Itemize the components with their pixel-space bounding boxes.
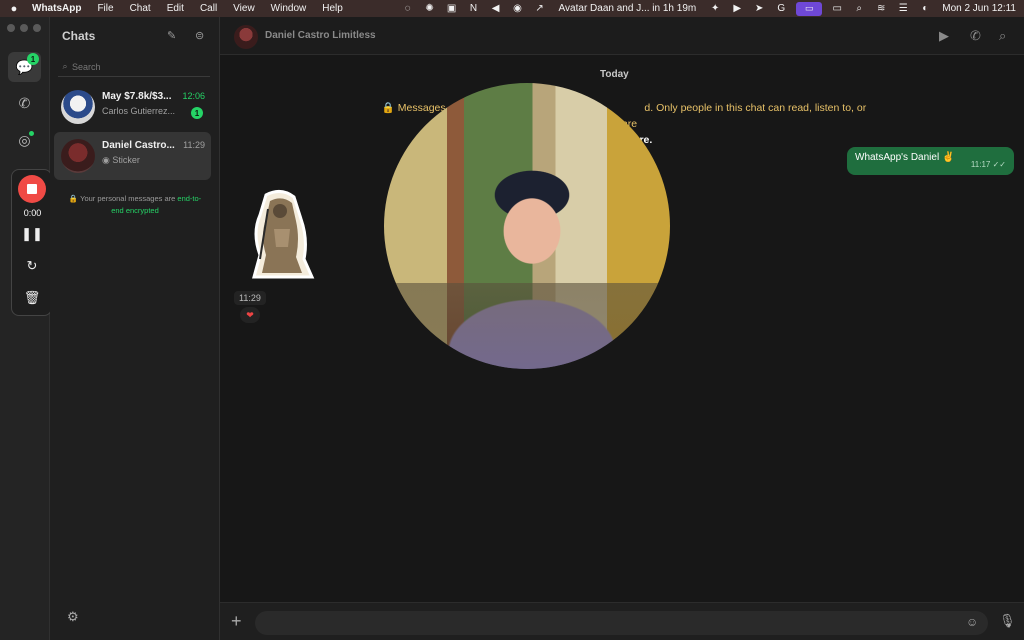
spotlight-search-icon[interactable]: ⌕ (848, 3, 870, 14)
read-receipt-icon: ✓✓ (992, 160, 1006, 169)
conversation-header: Daniel Castro Limitless ▶ ✆ ⌕ (220, 17, 1024, 55)
day-separator: Today (600, 69, 629, 80)
chat-search[interactable]: ⌕ Search (58, 57, 210, 77)
camera-floor (384, 283, 670, 369)
menu-edit[interactable]: Edit (159, 3, 192, 14)
pause-icon: ❚❚ (21, 226, 43, 241)
apple-logo-icon[interactable]: ● (0, 3, 28, 15)
slack-icon[interactable]: ✦ (704, 3, 726, 14)
siri-icon[interactable]: ◐ (914, 3, 936, 14)
lock-icon: 🔒 (381, 102, 395, 114)
status-new-dot (29, 131, 34, 136)
contact-name[interactable]: Daniel Castro Limitless (265, 30, 376, 41)
chat-time: 11:29 (183, 140, 205, 150)
message-time: 11:17 ✓✓ (970, 160, 1006, 169)
play-icon[interactable]: ▶ (726, 3, 748, 14)
menu-datetime[interactable]: Mon 2 Jun 12:11 (936, 3, 1024, 14)
conversation-panel: Daniel Castro Limitless ▶ ✆ ⌕ Today 🔒 Me… (220, 17, 1024, 640)
control-center-icon[interactable]: ☰ (892, 3, 914, 14)
shield-icon[interactable]: ▣ (441, 3, 463, 14)
menu-chat[interactable]: Chat (122, 3, 159, 14)
chat-time: 12:06 (182, 91, 205, 101)
delete-recording-button[interactable]: 🗑 (20, 290, 44, 310)
outgoing-message[interactable]: WhatsApp's Daniel ✌️ 11:17 ✓✓ (847, 147, 1014, 175)
heart-reaction[interactable]: ❤ (240, 307, 260, 323)
attach-plus-icon[interactable]: + (231, 611, 242, 632)
whatsapp-window: 💬 1 ✆ ◎ 0:00 ❚❚ ↻ 🗑 Chats ✎ ⊜ ⌕ Search M… (0, 17, 1024, 640)
volume-icon[interactable]: ◀ (485, 3, 507, 14)
notion-icon[interactable]: N (463, 3, 485, 14)
filter-icon[interactable]: ⊜ (195, 29, 204, 42)
menu-bar: ● WhatsApp File Chat Edit Call View Wind… (0, 0, 1024, 17)
new-chat-icon[interactable]: ✎ (167, 29, 176, 42)
menu-app-name[interactable]: WhatsApp (28, 3, 89, 14)
screen-recorder-panel: 0:00 ❚❚ ↻ 🗑 (11, 169, 52, 316)
display-icon[interactable]: ▭ (796, 1, 823, 16)
menu-help[interactable]: Help (314, 3, 351, 14)
search-icon[interactable]: ⌕ (999, 28, 1006, 44)
lock-icon: 🔒 (68, 194, 79, 203)
chat-item-daniel[interactable]: Daniel Castro... ◉ Sticker 11:29 (54, 132, 211, 180)
rail-calls-button[interactable]: ✆ (8, 88, 41, 118)
unread-badge: 1 (191, 107, 203, 119)
chat-name: May $7.8k/$3... (102, 91, 172, 102)
rail-status-button[interactable]: ◎ (8, 125, 41, 155)
microphone-icon[interactable]: 🎙 (999, 613, 1016, 629)
trash-icon: 🗑 (23, 290, 41, 305)
avatar (61, 139, 95, 173)
contact-avatar[interactable] (234, 25, 258, 49)
voice-call-icon[interactable]: ✆ (970, 28, 981, 44)
chat-list-panel: Chats ✎ ⊜ ⌕ Search May $7.8k/$3... Carlo… (50, 17, 220, 640)
message-composer: + ☺ 🎙 (220, 602, 1024, 640)
stop-icon (27, 184, 37, 194)
menu-view[interactable]: View (225, 3, 263, 14)
restart-icon: ↻ (26, 258, 38, 273)
calendar-event-icon[interactable]: ↗ (529, 3, 551, 14)
avatar (61, 90, 95, 124)
chat-last-message: Carlos Gutierrez... (102, 106, 176, 116)
wifi-icon[interactable]: ≋ (870, 3, 892, 14)
chats-unread-badge: 1 (27, 53, 39, 65)
cursor-icon[interactable]: ➤ (748, 3, 770, 14)
menu-call[interactable]: Call (192, 3, 225, 14)
chat-name: Daniel Castro... (102, 140, 175, 151)
grammarly-icon[interactable]: G (770, 3, 792, 14)
phone-icon: ✆ (18, 94, 31, 111)
rail-chats-button[interactable]: 💬 1 (8, 52, 41, 82)
menu-file[interactable]: File (89, 3, 121, 14)
openai-icon[interactable]: ✺ (419, 3, 441, 14)
search-icon: ⌕ (62, 61, 68, 71)
screen-record-icon[interactable]: ◉ (507, 3, 529, 14)
menu-window[interactable]: Window (263, 3, 315, 14)
knight-sticker[interactable] (246, 189, 316, 281)
pause-recording-button[interactable]: ❚❚ (20, 226, 44, 246)
camera-preview-bubble[interactable] (384, 83, 670, 369)
emoji-icon[interactable]: ☺ (966, 615, 978, 629)
restart-recording-button[interactable]: ↻ (20, 258, 44, 278)
video-call-icon[interactable]: ▶ (939, 28, 949, 44)
stop-recording-button[interactable] (18, 175, 46, 203)
chat-last-message: ◉ Sticker (102, 155, 140, 165)
recording-timer: 0:00 (23, 208, 42, 218)
chat-list-title: Chats (62, 29, 96, 43)
settings-gear-icon[interactable]: ⚙ (67, 609, 79, 625)
sticker-time: 11:29 (234, 291, 266, 305)
close-window-button[interactable] (7, 24, 15, 32)
message-input[interactable] (255, 611, 988, 635)
minimize-window-button[interactable] (20, 24, 28, 32)
chat-status-icon[interactable]: ◌ (397, 3, 419, 14)
nav-rail: 💬 1 ✆ ◎ 0:00 ❚❚ ↻ 🗑 (0, 17, 52, 640)
sticker-icon: ◉ (102, 155, 110, 165)
encryption-note: 🔒 Your personal messages are end-to-end … (68, 194, 202, 215)
maximize-window-button[interactable] (33, 24, 41, 32)
search-placeholder: Search (72, 61, 101, 72)
battery-icon[interactable]: ▭ (826, 3, 848, 14)
chat-item-may[interactable]: May $7.8k/$3... Carlos Gutierrez... 12:0… (54, 83, 211, 131)
calendar-event[interactable]: Avatar Daan and J... in 1h 19m (551, 3, 705, 14)
message-text: WhatsApp's Daniel ✌️ (855, 152, 955, 163)
